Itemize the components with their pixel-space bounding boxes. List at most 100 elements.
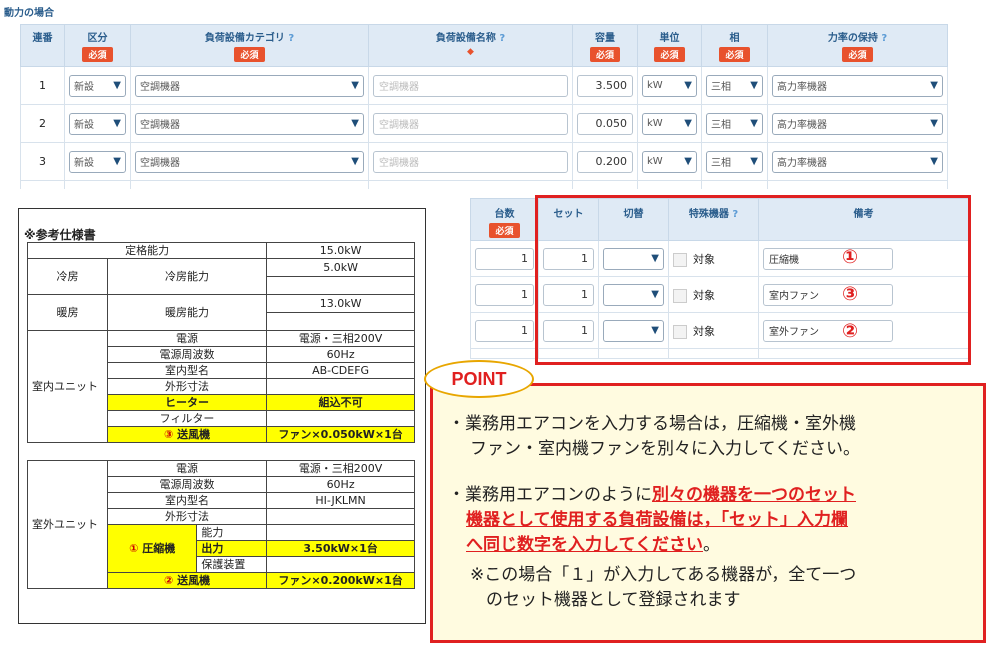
chevron-down-icon: ▼ [651,289,659,300]
spec-label: 暖房能力 [106,294,268,331]
help-icon[interactable]: ? [499,33,505,44]
chevron-down-icon: ▼ [684,80,692,91]
spec-label: ② 送風機 [106,572,268,589]
spec-value: HI-JKLMN [266,492,415,509]
target-label: 対象 [693,288,715,302]
header-power-factor: 力率の保持 ? 必須 [767,24,948,67]
unit-select[interactable]: kW ▼ [642,74,697,97]
special-checkbox[interactable] [673,252,687,267]
phase-select[interactable]: 三相 ▼ [706,112,763,135]
point-text-1b: ファン・室内機ファンを別々に入力してください。 [470,439,860,459]
note-input[interactable]: 圧縮機 [763,247,893,270]
chevron-down-icon: ▼ [651,325,659,336]
header-capacity: 容量 必須 [572,24,638,67]
category-select[interactable]: 空調機器 ▼ [135,150,364,173]
equipment-name-input[interactable]: 空調機器 [373,74,568,97]
spec-label: 室外ユニット [27,460,108,589]
chevron-down-icon: ▼ [684,156,692,167]
marker-circle-3: ③ [842,283,859,305]
spec-value: 電源・三相200V [266,460,415,477]
equipment-name-input[interactable]: 空調機器 [373,150,568,173]
chevron-down-icon: ▼ [930,118,938,129]
help-icon[interactable]: ? [732,209,738,220]
chevron-down-icon: ▼ [351,118,359,129]
help-icon[interactable]: ? [881,33,887,44]
header-kubun: 区分 必須 [64,24,131,67]
header-category: 負荷設備カテゴリ ? 必須 [130,24,369,67]
chevron-down-icon: ▼ [750,156,758,167]
point-label: POINT [424,360,534,398]
target-label: 対象 [693,252,715,266]
required-badge: 必須 [842,47,873,62]
help-icon[interactable]: ? [288,33,294,44]
table-row: 2 新設 ▼ 空調機器 ▼ 空調機器 0.050 kW ▼ 三相 ▼ 高力率機器 ▼ [20,104,948,143]
spec-label: 電源周波数 [106,346,268,363]
chevron-down-icon: ▼ [684,118,692,129]
phase-select[interactable]: 三相 ▼ [706,150,763,173]
kubun-select[interactable]: 新設 ▼ [69,112,126,135]
marker-circle-2: ② [842,320,859,342]
kubun-select[interactable]: 新設 ▼ [69,150,126,173]
point-text-3a: ※この場合「１」が入力してある機器が，全て一つ [470,565,857,585]
header-set: セット [538,198,599,241]
set-input[interactable]: 1 [543,283,594,306]
equipment-name-input[interactable]: 空調機器 [373,112,568,135]
note-input[interactable]: 室外ファン [763,319,893,342]
unit-select[interactable]: kW ▼ [642,150,697,173]
required-badge: 必須 [234,47,265,62]
chevron-down-icon: ▼ [930,80,938,91]
switch-select[interactable]: ▼ [603,283,664,306]
note-input[interactable]: 室内ファン [763,283,893,306]
kubun-select[interactable]: 新設 ▼ [69,74,126,97]
spec-label: 冷房 [27,258,108,295]
target-label: 対象 [693,324,715,338]
point-text-3b: のセット機器として登録されます [486,590,741,610]
header-serial: 連番 [20,24,65,67]
set-input[interactable]: 1 [543,247,594,270]
header-special: 特殊機器 ? [668,198,759,241]
power-factor-select[interactable]: 高力率機器 ▼ [772,74,943,97]
special-checkbox[interactable] [673,324,687,339]
chevron-down-icon: ▼ [351,80,359,91]
count-input[interactable]: 1 [475,247,534,270]
load-equipment-table: 連番 区分 必須 負荷設備カテゴリ ? 必須 負荷設備名称 ? ◆ 容量 必須 単位 必須… [20,24,948,189]
power-factor-select[interactable]: 高力率機器 ▼ [772,112,943,135]
required-badge: 必須 [82,47,113,62]
capacity-input[interactable]: 0.050 [577,112,633,135]
spec-value: AB-CDEFG [266,362,415,379]
table-row: 1 1 ▼ 対象 室内ファン [470,276,969,313]
marker-circle-1: ① [842,246,859,268]
table-row: 1 新設 ▼ 空調機器 ▼ 空調機器 3.500 kW ▼ 三相 ▼ 高力率機器 ▼ [20,66,948,105]
row-number: 1 [20,66,65,105]
category-select[interactable]: 空調機器 ▼ [135,112,364,135]
spec-sheet-table: 定格能力 15.0kW 冷房 冷房能力 5.0kW 暖房 暖房能力 13.0kW 室内ユニ… [26,242,415,589]
switch-select[interactable]: ▼ [603,319,664,342]
capacity-input[interactable]: 0.200 [577,150,633,173]
chevron-down-icon: ▼ [113,118,121,129]
point-text-1a: ・業務用エアコンを入力する場合は，圧縮機・室外機 [448,414,856,434]
diamond-icon: ◆ [467,47,474,57]
switch-select[interactable]: ▼ [603,247,664,270]
capacity-input[interactable]: 3.500 [577,74,633,97]
count-input[interactable]: 1 [475,283,534,306]
required-badge: 必須 [489,223,520,238]
spec-label: ③ 送風機 [106,426,268,443]
set-input[interactable]: 1 [543,319,594,342]
spec-value: 電源・三相200V [266,330,415,347]
table-row: 3 新設 ▼ 空調機器 ▼ 空調機器 0.200 kW ▼ 三相 ▼ 高力率機器 ▼ [20,142,948,181]
row-number: 2 [20,104,65,143]
point-text-2c: へ同じ数字を入力してください。 [466,535,720,555]
header-note: 備考 [758,198,969,241]
spec-label: ① 圧縮機 [106,524,198,573]
spec-value: 60Hz [266,476,415,493]
power-factor-select[interactable]: 高力率機器 ▼ [772,150,943,173]
chevron-down-icon: ▼ [750,80,758,91]
special-checkbox[interactable] [673,288,687,303]
table-row: 1 1 ▼ 対象 室外ファン [470,312,969,349]
phase-select[interactable]: 三相 ▼ [706,74,763,97]
category-select[interactable]: 空調機器 ▼ [135,74,364,97]
count-input[interactable]: 1 [475,319,534,342]
spec-value: ファン×0.050kW×1台 [266,426,415,443]
unit-select[interactable]: kW ▼ [642,112,697,135]
point-text-2b: 機器として使用する負荷設備は，「セット」入力欄 [466,510,848,530]
